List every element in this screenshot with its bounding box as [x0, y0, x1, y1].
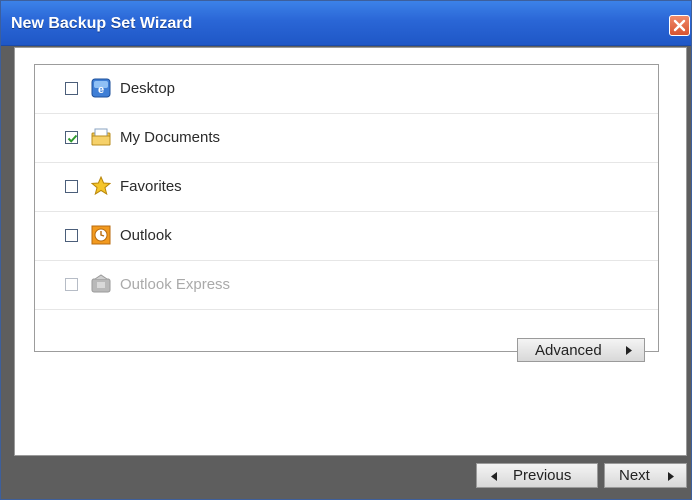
next-label: Next	[619, 467, 650, 484]
checkmark-icon	[67, 134, 78, 143]
desktop-checkbox[interactable]	[65, 82, 78, 95]
my-documents-checkbox[interactable]	[65, 131, 78, 144]
item-label: My Documents	[120, 129, 221, 146]
triangle-right-icon	[626, 346, 632, 355]
list-item-favorites[interactable]: Favorites	[35, 163, 658, 212]
item-label: Outlook	[120, 227, 172, 244]
advanced-button[interactable]: Advanced	[517, 338, 645, 362]
triangle-right-icon	[668, 472, 674, 481]
wizard-content: e Desktop My Documents Favorites Outlook…	[14, 47, 687, 456]
previous-label: Previous	[513, 467, 572, 484]
backup-source-list: e Desktop My Documents Favorites Outlook…	[34, 64, 659, 362]
outlook-clock-icon	[91, 225, 111, 245]
svg-text:e: e	[98, 84, 104, 96]
item-label: Desktop	[120, 80, 176, 97]
advanced-label: Advanced	[535, 342, 602, 359]
item-label: Favorites	[120, 178, 182, 195]
outlook-express-icon	[91, 274, 111, 294]
outlook-checkbox[interactable]	[65, 229, 78, 242]
window-title: New Backup Set Wizard	[11, 15, 193, 32]
next-button[interactable]: Next	[604, 463, 687, 488]
item-label: Outlook Express	[120, 276, 231, 293]
close-button[interactable]	[669, 15, 690, 36]
folder-icon	[91, 127, 111, 147]
list-item-my-documents[interactable]: My Documents	[35, 114, 658, 163]
favorites-checkbox[interactable]	[65, 180, 78, 193]
desktop-icon: e	[91, 78, 111, 98]
list-item-outlook-express: Outlook Express	[35, 261, 658, 310]
list-item-outlook[interactable]: Outlook	[35, 212, 658, 261]
triangle-left-icon	[491, 472, 497, 481]
list-item-desktop[interactable]: e Desktop	[35, 65, 658, 114]
previous-button[interactable]: Previous	[476, 463, 598, 488]
outlook-express-checkbox	[65, 278, 78, 291]
title-bar[interactable]: New Backup Set Wizard	[1, 1, 691, 46]
wizard-window: New Backup Set Wizard e Desktop My Docum…	[0, 0, 692, 500]
close-icon	[673, 19, 686, 32]
star-icon	[90, 175, 112, 196]
